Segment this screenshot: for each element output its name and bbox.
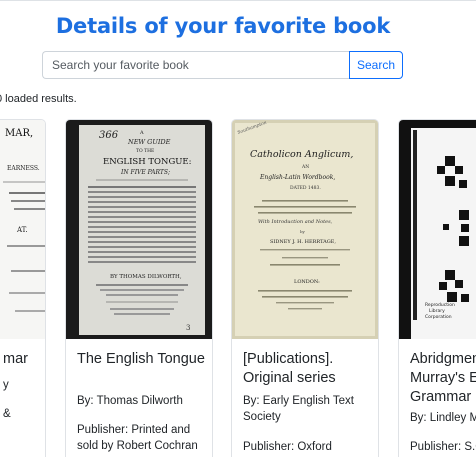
svg-text:3: 3 [186, 324, 190, 332]
cover-text: NEW GUIDE [127, 138, 171, 146]
book-publisher: Publisher: S.C [410, 441, 476, 453]
cover-text: Corporation [425, 314, 452, 320]
cover-text: EARNESS. [7, 165, 40, 172]
book-card[interactable]: Southampton Catholicon Anglicum, AN Engl… [231, 119, 379, 457]
top-divider [0, 0, 476, 1]
cover-text: With Introduction and Notes, [258, 219, 333, 225]
book-card[interactable]: 366 A NEW GUIDE TO THE ENGLISH TONGUE: I… [65, 119, 213, 457]
cover-text: A [139, 130, 144, 136]
book-list: MAR, EARNESS. AT. mar y & 366 A NEW GUID… [0, 119, 476, 457]
cover-text: 366 [99, 130, 119, 141]
book-author: By: Thomas Dilworth [77, 395, 183, 407]
cover-text: Reproduction [425, 302, 455, 308]
book-title[interactable]: The English Tongue [77, 350, 211, 369]
book-title[interactable]: mar [3, 350, 45, 369]
book-author: y [3, 379, 9, 391]
search-button[interactable]: Search [349, 51, 403, 79]
book-card[interactable]: Reproduction Library Corporation Abridgm… [398, 119, 476, 457]
cover-text: SIDNEY J. H. HERRTAGE, [270, 239, 336, 245]
search-input[interactable] [42, 51, 349, 79]
page-title: Details of your favorite book [55, 14, 391, 38]
book-title[interactable]: Abridgment of Murray's English Grammar [410, 350, 476, 407]
cover-text: Library [429, 308, 445, 314]
cover-text: Catholicon Anglicum, [250, 149, 353, 160]
book-publisher: Publisher: Printed and sold by Robert Co… [77, 424, 198, 452]
search-bar: Search [42, 51, 403, 79]
cover-text: TO THE [136, 148, 154, 154]
cover-text: IN FIVE PARTS; [120, 169, 170, 176]
cover-text: ENGLISH TONGUE: [103, 157, 191, 167]
book-author: By: Early English Text Society [243, 395, 355, 423]
cover-text: BY THOMAS DILWORTH, [110, 274, 182, 280]
book-publisher: & [3, 408, 11, 420]
svg-text:by: by [300, 229, 306, 234]
cover-text: AT. [16, 226, 28, 234]
cover-text: LONDON: [294, 279, 320, 285]
cover-text: MAR, [5, 128, 33, 139]
cover-text: English-Latin Wordbook, [259, 174, 335, 181]
book-card[interactable]: MAR, EARNESS. AT. mar y & [0, 119, 46, 457]
book-cover: 366 A NEW GUIDE TO THE ENGLISH TONGUE: I… [66, 120, 212, 339]
book-cover: Southampton Catholicon Anglicum, AN Engl… [232, 120, 378, 339]
book-author: By: Lindley M [410, 412, 476, 424]
cover-text: AN [301, 164, 309, 170]
cover-text: DATED 1483. [290, 185, 321, 191]
book-cover: MAR, EARNESS. AT. [0, 120, 45, 339]
book-publisher: Publisher: Oxford [243, 441, 332, 453]
results-count: 0 loaded results. [0, 93, 77, 105]
book-title[interactable]: [Publications]. Original series [243, 350, 377, 388]
book-cover: Reproduction Library Corporation [399, 120, 476, 339]
